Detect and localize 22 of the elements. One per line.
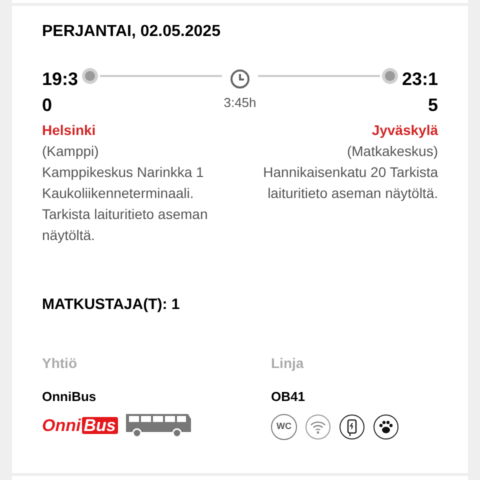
- departure-time: 19:30: [42, 68, 80, 117]
- arrival-details: Hannikaisenkatu 20 Tarkista laituritieto aseman näytöltä.: [262, 163, 438, 203]
- line-code: OB41: [271, 388, 306, 406]
- operator-logo: Onni Bus: [42, 416, 118, 434]
- paw-icon: [373, 414, 399, 440]
- phone-charging-icon: [339, 414, 365, 440]
- departure-station: (Kamppi): [42, 142, 100, 161]
- departure-details: Kamppikeskus Narinkka 1 Kaukoliikenneterminaali. Tarkista laituritieto aseman näytöltä.: [42, 163, 209, 245]
- arrival-time: 23:15: [400, 68, 438, 117]
- bus-icon: [124, 412, 192, 438]
- trip-date: PERJANTAI, 02.05.2025: [42, 22, 222, 42]
- departure-city: Helsinki: [42, 121, 97, 140]
- line-label: Linja: [271, 354, 305, 373]
- clock-icon: [229, 68, 251, 90]
- arrival-station: (Matkakeskus): [346, 142, 438, 161]
- operator-name: OnniBus: [42, 388, 98, 406]
- trip-duration: 3:45h: [224, 94, 256, 112]
- wc-icon: WC: [271, 414, 297, 440]
- operator-label: Yhtiö: [42, 354, 78, 372]
- wifi-icon: [305, 414, 331, 440]
- arrival-city: Jyväskylä: [372, 121, 438, 140]
- passenger-count: MATKUSTAJA(T): 1: [42, 295, 181, 315]
